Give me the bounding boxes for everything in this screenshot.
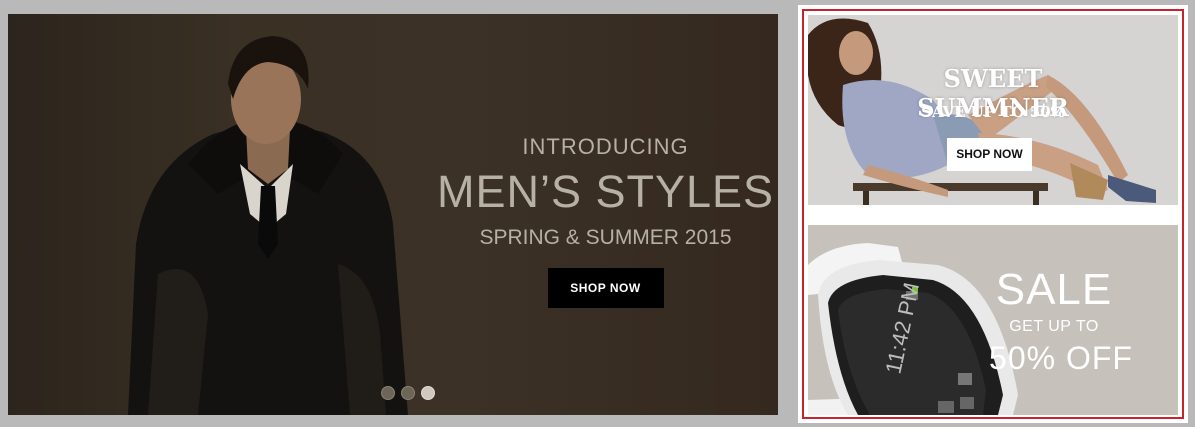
promo-summer-shop-now-button[interactable]: SHOP NOW [947, 138, 1032, 171]
slider-dot-2[interactable] [401, 386, 415, 400]
slider-dot-3[interactable] [421, 386, 435, 400]
hero-model-image [128, 36, 408, 415]
promo-sale-subtitle: GET UP TO [1009, 318, 1099, 335]
promo-sale-discount: 50% OFF [989, 340, 1133, 376]
hero-caption: INTRODUCING MEN’S STYLES SPRING & SUMMER… [408, 126, 778, 308]
promo-banner-sale[interactable]: 11:42 PM SALE GET UP TO 50% OFF [808, 225, 1178, 415]
promo-banner-summer[interactable]: SWEET SUMMNER SAVE UP TO 50% SHOP NOW [808, 15, 1178, 205]
hero-shop-now-button[interactable]: SHOP NOW [547, 268, 664, 308]
hero-slider[interactable]: INTRODUCING MEN’S STYLES SPRING & SUMMER… [8, 14, 778, 415]
hero-intro: INTRODUCING [522, 134, 689, 159]
hero-title: MEN’S STYLES [436, 166, 775, 217]
slider-dot-1[interactable] [381, 386, 395, 400]
hero-subtitle: SPRING & SUMMER 2015 [479, 226, 732, 249]
promo-sale-title: SALE [995, 265, 1113, 314]
promo-summer-subtitle: SAVE UP TO 50% [921, 103, 1065, 121]
slider-pagination [381, 386, 435, 400]
